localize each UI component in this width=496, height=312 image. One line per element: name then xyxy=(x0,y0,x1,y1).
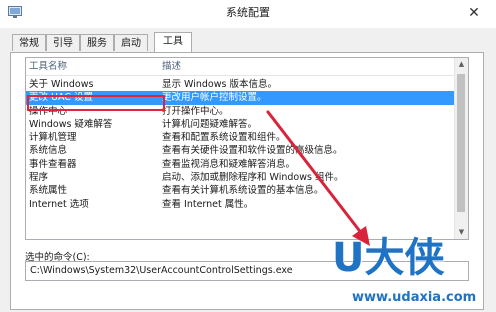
tool-row-system-properties[interactable]: 系统属性 查看有关计算机系统设置的基本信息。 xyxy=(26,184,456,197)
tool-name: 事件查看器 xyxy=(29,158,77,170)
tab-services[interactable]: 服务 xyxy=(80,34,114,51)
tool-row-computer-management[interactable]: 计算机管理 查看和配置系统设置和组件。 xyxy=(26,131,456,144)
tool-row-about-windows[interactable]: 关于 Windows 显示 Windows 版本信息。 xyxy=(26,78,456,91)
tab-strip: 常规 引导 服务 启动 工具 xyxy=(12,32,482,54)
list-header: 工具名称 描述 xyxy=(26,58,456,76)
tool-description: 启动、添加或删除程序和 Windows 组件。 xyxy=(162,172,344,184)
watermark-logo: U大侠 xyxy=(332,235,445,281)
tool-name: 更改 UAC 设置 xyxy=(29,92,93,104)
tool-row-programs[interactable]: 程序 启动、添加或删除程序和 Windows 组件。 xyxy=(26,171,456,184)
column-header-name[interactable]: 工具名称 xyxy=(29,58,67,75)
close-button[interactable]: ✕ xyxy=(454,0,494,26)
tab-general[interactable]: 常规 xyxy=(12,34,46,51)
scroll-down-icon[interactable]: ▼ xyxy=(455,226,468,239)
tool-description: 打开操作中心。 xyxy=(162,105,229,117)
tool-description: 查看监视消息和疑难解答消息。 xyxy=(162,158,296,170)
tool-name: 关于 Windows xyxy=(29,79,94,90)
close-icon: ✕ xyxy=(468,5,480,21)
tool-description: 计算机问题疑难解答。 xyxy=(162,118,258,130)
tool-name: Internet 选项 xyxy=(29,198,89,210)
tab-boot[interactable]: 引导 xyxy=(46,34,80,51)
tool-row-action-center[interactable]: 操作中心 打开操作中心。 xyxy=(26,105,456,118)
tool-name: Windows 疑难解答 xyxy=(29,118,113,130)
watermark-url: www.udaxia.com xyxy=(352,290,477,305)
tool-description: 显示 Windows 版本信息。 xyxy=(162,79,277,90)
tool-row-system-information[interactable]: 系统信息 查看有关硬件设置和软件设置的高级信息。 xyxy=(26,144,456,157)
tool-description: 查看有关计算机系统设置的基本信息。 xyxy=(162,185,324,197)
tool-description: 查看 Internet 属性。 xyxy=(162,198,254,210)
tab-startup[interactable]: 启动 xyxy=(114,34,148,51)
tool-name: 程序 xyxy=(29,172,49,184)
title-bar: 系统配置 ✕ xyxy=(0,0,496,28)
tool-name: 计算机管理 xyxy=(29,132,77,144)
tool-description: 查看和配置系统设置和组件。 xyxy=(162,132,286,144)
scrollbar-thumb[interactable] xyxy=(457,74,465,212)
tab-tools[interactable]: 工具 xyxy=(154,32,192,52)
tools-list[interactable]: 工具名称 描述 关于 Windows 显示 Windows 版本信息。 更改 U… xyxy=(25,57,469,240)
column-header-description[interactable]: 描述 xyxy=(162,58,181,75)
window-title: 系统配置 xyxy=(226,6,270,19)
vertical-scrollbar[interactable]: ▲ ▼ xyxy=(454,58,468,239)
tool-row-change-uac[interactable]: 更改 UAC 设置 更改用户帐户控制设置。 xyxy=(26,91,456,105)
tool-name: 操作中心 xyxy=(29,105,68,117)
tool-name: 系统信息 xyxy=(29,145,68,157)
tool-name: 系统属性 xyxy=(29,185,68,197)
tool-description: 更改用户帐户控制设置。 xyxy=(162,92,267,104)
tool-row-troubleshooting[interactable]: Windows 疑难解答 计算机问题疑难解答。 xyxy=(26,118,456,131)
scroll-up-icon[interactable]: ▲ xyxy=(455,58,468,71)
tool-row-event-viewer[interactable]: 事件查看器 查看监视消息和疑难解答消息。 xyxy=(26,158,456,171)
tools-rows: 关于 Windows 显示 Windows 版本信息。 更改 UAC 设置 更改… xyxy=(26,78,456,211)
tool-row-internet-options[interactable]: Internet 选项 查看 Internet 属性。 xyxy=(26,198,456,211)
tool-description: 查看有关硬件设置和软件设置的高级信息。 xyxy=(162,145,343,157)
